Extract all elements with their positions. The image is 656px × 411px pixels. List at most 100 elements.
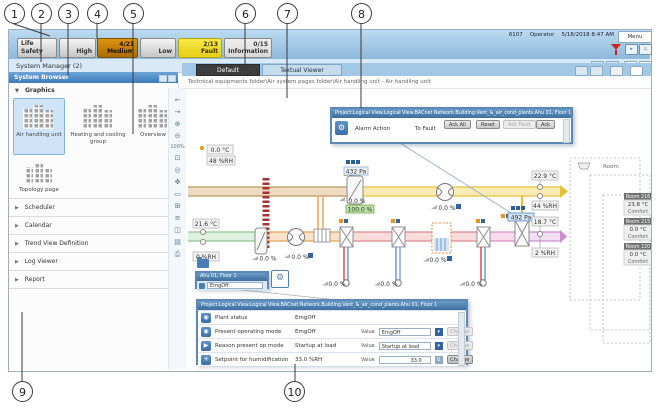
thumbnail-label: Air handling unit: [16, 132, 62, 139]
session-info: 6107 Operator 5/18/2018 8:47 AM: [449, 32, 614, 41]
valve3-label: 0.0 %: [465, 281, 482, 288]
chevron-right-icon: ▶: [15, 277, 19, 283]
sidebar-section-scheduler[interactable]: ▶ Scheduler: [9, 198, 178, 216]
property-value: 33.0 %RH: [295, 357, 357, 363]
ceiling-lamp-icon: [578, 163, 590, 169]
ack-all-button[interactable]: Ack All: [444, 120, 471, 129]
popup-scrollbar[interactable]: [458, 312, 465, 366]
graphics-section-header[interactable]: ▼ Graphics: [9, 84, 178, 97]
mode-select[interactable]: EmgOff: [379, 328, 431, 336]
sidebar-section-calendar[interactable]: ▶ Calendar: [9, 216, 178, 234]
heat-recovery-exchanger[interactable]: [340, 227, 353, 247]
supply-fan[interactable]: [437, 184, 454, 201]
extract-fan-speed-label: 0.0 %: [291, 254, 308, 261]
grid-icon[interactable]: ⊞: [175, 202, 181, 210]
callout-4: 4: [87, 3, 108, 24]
nav-forward-icon[interactable]: →: [175, 108, 181, 116]
pane-control-icon[interactable]: [630, 66, 643, 76]
alarm-button-fault[interactable]: 2/13 Fault: [178, 38, 222, 58]
reset-button[interactable]: Reset: [476, 120, 500, 129]
callout-3: 3: [58, 3, 79, 24]
zoom-in-icon[interactable]: ⊕: [175, 120, 181, 128]
pane-control-icon[interactable]: [575, 66, 588, 76]
select-rect-icon[interactable]: ▭: [174, 190, 181, 198]
alarm-event-label: To Fault: [415, 126, 436, 132]
sidebar-section-log-viewer[interactable]: ▶ Log Viewer: [9, 252, 178, 270]
property-value: EmgOff: [295, 315, 357, 321]
extract-fan[interactable]: [288, 229, 305, 246]
svg-text:Comfort: Comfort: [628, 234, 648, 240]
alarm-button-low[interactable]: Low: [140, 38, 176, 58]
room-card: Room 220 0.0 °C Comfort: [624, 243, 651, 265]
point-icon: [199, 283, 205, 289]
heating-coil[interactable]: [314, 229, 330, 242]
ack-button[interactable]: Ack: [536, 120, 555, 129]
section-label: Report: [25, 276, 45, 283]
panel-maximize-icon[interactable]: [168, 75, 176, 82]
layers-icon[interactable]: ◫: [174, 226, 181, 234]
print-icon[interactable]: ⎙: [175, 250, 181, 258]
callout-8: 8: [351, 3, 372, 24]
ack-fault-button[interactable]: Ack Fault: [503, 120, 536, 129]
room-cards[interactable]: Room 216 23.8 °C Comfort Room 215 0.0 °C…: [624, 193, 651, 265]
alarm-button-high[interactable]: High: [59, 38, 96, 58]
zoom-out-icon[interactable]: ⊖: [175, 132, 181, 140]
setpoint-input[interactable]: 33.0: [379, 356, 431, 364]
value-label: Value: [361, 357, 375, 363]
extract-filter-pos-label: 0.0 %: [259, 256, 276, 263]
page-icon[interactable]: ▤: [174, 238, 181, 246]
dropdown-icon[interactable]: ▾: [435, 328, 443, 336]
tab-default[interactable]: Default: [196, 64, 260, 76]
svg-text:Room 220: Room 220: [626, 244, 650, 250]
panel-minimize-icon[interactable]: [159, 75, 167, 82]
station-id: 6107: [509, 32, 523, 41]
zoom-area-icon[interactable]: ◎: [174, 166, 180, 174]
menu-button[interactable]: Menu: [618, 31, 652, 43]
alarm-button-medium[interactable]: 4/21 Medium: [97, 38, 138, 58]
nav-back-icon[interactable]: ←: [175, 96, 181, 104]
pane-control-icon[interactable]: [590, 66, 603, 76]
callout-1: 1: [4, 3, 25, 24]
fit-view-icon[interactable]: ⊡: [175, 154, 181, 162]
graphics-toolbar: ← → ⊕ ⊖ 100% ⊡ ◎ ✥ ▭ ⊞ ≡ ◫ ▤ ⎙: [168, 88, 186, 369]
sidebar-section-trend-view-definition[interactable]: ▶ Trend View Definition: [9, 234, 178, 252]
setpoint-icon: ✳: [201, 355, 211, 365]
humidifier-pos-label: 0.0 %: [429, 257, 446, 264]
popup-scrollbar[interactable]: [563, 119, 570, 143]
symbol-popup-title: Ahu 01, Floor 1: [197, 273, 267, 281]
zoom-level[interactable]: 100%: [170, 144, 184, 150]
cooling-coil[interactable]: [392, 227, 405, 247]
reason-select[interactable]: Startup at load: [379, 342, 431, 350]
play-icon: ▶: [201, 341, 211, 351]
pane-control-icon[interactable]: [610, 66, 623, 76]
extract-air-filter[interactable]: [255, 228, 267, 254]
humidifier[interactable]: [432, 223, 451, 253]
value-label: Value: [361, 343, 375, 349]
chevron-right-icon: ▶: [15, 205, 19, 211]
supply-temp-label: 22.9 °C: [534, 173, 556, 180]
reheat-coil[interactable]: [477, 227, 490, 247]
lines-icon[interactable]: ≡: [175, 214, 181, 222]
outside-rh-label: 48 %RH: [209, 158, 233, 165]
property-label: Setpoint for humidification: [215, 357, 291, 363]
breadcrumb[interactable]: Technical equipments folder\Air system p…: [182, 76, 651, 88]
alarm-button-information[interactable]: 0/15 Information: [224, 38, 272, 58]
pan-icon[interactable]: ✥: [175, 178, 181, 186]
sidebar-item-heating-cooling-group[interactable]: Heating and cooling group: [68, 98, 128, 155]
system-manager-label[interactable]: System Manager (2): [16, 62, 82, 70]
mode-dropdown[interactable]: EmgOff: [207, 282, 263, 289]
alarm-count: 4/21: [119, 41, 134, 48]
alarm-button-life-safety[interactable]: Life Safety: [17, 38, 57, 58]
spinner-icon[interactable]: ⇅: [435, 356, 443, 364]
sidebar-section-report[interactable]: ▶ Report: [9, 270, 178, 289]
layout-icon[interactable]: ▫: [639, 44, 652, 55]
view-list-icon[interactable]: ▸: [625, 44, 638, 55]
alarm-source-icon: ⚙: [335, 121, 348, 135]
sidebar-item-air-handling-unit[interactable]: Air handling unit: [13, 98, 65, 155]
sidebar-item-topology-page[interactable]: Topology page: [13, 157, 65, 197]
folder-icon[interactable]: [197, 259, 209, 268]
symbol-settings-button[interactable]: ⚙: [271, 270, 289, 288]
dropdown-icon[interactable]: ▾: [435, 342, 443, 350]
tab-textual-viewer[interactable]: Textual Viewer: [262, 64, 342, 76]
section-label: Trend View Definition: [25, 240, 89, 247]
